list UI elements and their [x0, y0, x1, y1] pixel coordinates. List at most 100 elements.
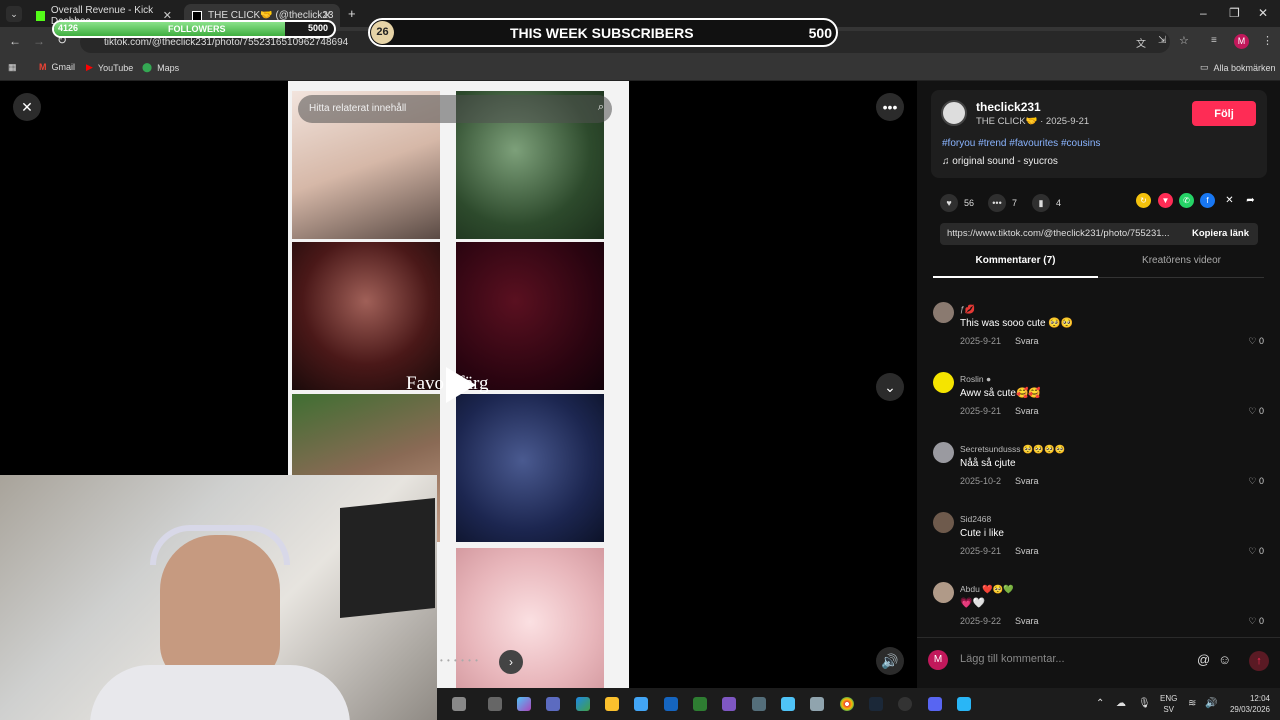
comment-user[interactable]: Abdu ❤️🥺💚 — [960, 584, 1014, 595]
emoji-icon[interactable]: ☺ — [1218, 652, 1231, 667]
minimize-icon[interactable]: – — [1200, 6, 1207, 20]
creator-avatar[interactable] — [941, 100, 967, 126]
bookmark-maps[interactable]: ⬤ Maps — [142, 62, 179, 73]
comment-like[interactable]: ♡ 0 — [1248, 616, 1264, 627]
github-icon[interactable] — [898, 697, 912, 711]
bookmark-star-icon[interactable]: ☆ — [1179, 34, 1189, 47]
bookmark-label: Alla bokmärken — [1213, 62, 1276, 73]
comment-text: Nåå så cjute — [960, 458, 1016, 469]
like-stat[interactable]: ♥ 56 — [940, 194, 974, 212]
follow-button[interactable]: Följ — [1192, 101, 1256, 126]
speaker-tray-icon[interactable]: 🔊 — [1205, 698, 1217, 709]
explorer-icon[interactable] — [605, 697, 619, 711]
comment-like[interactable]: ♡ 0 — [1248, 406, 1264, 417]
comment-user[interactable]: Sid2468 — [960, 514, 991, 524]
app-f-icon[interactable] — [957, 697, 971, 711]
install-icon[interactable]: ⇲ — [1158, 35, 1166, 46]
mic-tray-icon[interactable]: 🎙 — [1138, 698, 1151, 709]
chrome-icon[interactable] — [840, 697, 854, 711]
link-box: https://www.tiktok.com/@theclick231/phot… — [940, 223, 1258, 245]
reply-button[interactable]: Svara — [1015, 476, 1039, 486]
related-search-box[interactable]: Hitta relaterat innehåll ⌕ — [298, 95, 612, 123]
more-options-button[interactable]: ••• — [876, 93, 904, 121]
comment-user[interactable]: ƒ💋 — [960, 304, 975, 315]
next-post-button[interactable]: ⌄ — [876, 373, 904, 401]
avatar[interactable] — [933, 372, 954, 393]
tab-comments[interactable]: Kommentarer (7) — [933, 255, 1098, 278]
discord-icon[interactable] — [928, 697, 942, 711]
copilot-icon[interactable] — [517, 697, 531, 711]
photos-icon[interactable] — [781, 697, 795, 711]
avatar[interactable] — [933, 302, 954, 323]
creator-username[interactable]: theclick231 — [976, 100, 1041, 114]
avatar[interactable] — [933, 512, 954, 533]
url-text[interactable]: tiktok.com/@theclick231/photo/7552316510… — [104, 37, 348, 48]
steam-icon[interactable] — [869, 697, 883, 711]
share-arrow-icon[interactable]: ➦ — [1243, 193, 1258, 208]
post-link[interactable]: https://www.tiktok.com/@theclick231/phot… — [947, 228, 1169, 239]
tab-search-button[interactable]: ⌄ — [6, 6, 22, 22]
cloud-icon[interactable]: ☁ — [1116, 698, 1126, 709]
task-view-icon[interactable] — [488, 697, 502, 711]
app-icon[interactable] — [722, 697, 736, 711]
facebook-icon[interactable]: f — [1200, 193, 1215, 208]
reply-button[interactable]: Svara — [1015, 546, 1039, 556]
shield-icon[interactable] — [693, 697, 707, 711]
mention-icon[interactable]: @ — [1197, 652, 1210, 667]
reply-button[interactable]: Svara — [1015, 406, 1039, 416]
avatar[interactable] — [933, 442, 954, 463]
x-icon[interactable]: ✕ — [1222, 193, 1237, 208]
bookmark-gmail[interactable]: M Gmail — [39, 62, 75, 72]
new-tab-button[interactable]: + — [348, 6, 356, 21]
bookmark-youtube[interactable]: ▶ YouTube — [86, 62, 133, 73]
navy-satin-image — [456, 394, 604, 542]
snipping-icon[interactable] — [810, 697, 824, 711]
store-icon[interactable] — [634, 697, 648, 711]
send-comment-button[interactable]: ↑ — [1249, 651, 1269, 671]
wifi-icon[interactable]: ≋ — [1188, 698, 1196, 709]
close-viewer-button[interactable]: ✕ — [13, 93, 41, 121]
vscode-icon[interactable] — [752, 697, 766, 711]
copy-link-button[interactable]: Kopiera länk — [1192, 228, 1249, 239]
clock[interactable]: 12:04 29/03/2026 — [1226, 693, 1270, 715]
profile-avatar[interactable]: M — [1234, 34, 1249, 49]
comment-like[interactable]: ♡ 0 — [1248, 476, 1264, 487]
play-icon[interactable] — [446, 367, 476, 403]
tray-chevron-icon[interactable]: ⌃ — [1096, 698, 1104, 709]
teams-icon[interactable] — [546, 697, 560, 711]
language-indicator[interactable]: ENG SV — [1160, 693, 1177, 715]
save-stat[interactable]: ▮ 4 — [1032, 194, 1061, 212]
tab-creator-videos[interactable]: Kreatörens videor — [1099, 255, 1264, 278]
comment-user[interactable]: Secretsundusss 🥺🥺🥺🥺 — [960, 444, 1065, 455]
followers-goal: 5000 — [307, 23, 328, 33]
comment-stat[interactable]: ••• 7 — [988, 194, 1017, 212]
comment-user[interactable]: Roslin ● — [960, 374, 991, 384]
send-icon[interactable]: ▼ — [1158, 193, 1173, 208]
forward-icon[interactable]: → — [33, 34, 45, 48]
next-slide-button[interactable]: › — [499, 650, 523, 674]
translate-icon[interactable]: 文 — [1136, 35, 1146, 50]
reading-list-icon[interactable]: ≡ — [1211, 35, 1217, 46]
sound-row[interactable]: ♫ original sound - syucros — [942, 156, 1058, 167]
window-close-icon[interactable]: ✕ — [1258, 6, 1268, 20]
whatsapp-icon[interactable]: ✆ — [1179, 193, 1194, 208]
outlook-icon[interactable] — [664, 697, 678, 711]
user-avatar[interactable]: M — [928, 650, 948, 670]
reply-button[interactable]: Svara — [1015, 616, 1039, 626]
hashtags[interactable]: #foryou #trend #favourites #cousins — [942, 138, 1100, 149]
edge-icon[interactable] — [576, 697, 590, 711]
comment-like[interactable]: ♡ 0 — [1248, 546, 1264, 557]
start-icon[interactable] — [452, 697, 466, 711]
apps-icon[interactable]: ▦ — [8, 62, 17, 73]
volume-button[interactable]: 🔊 — [876, 647, 904, 675]
all-bookmarks[interactable]: ▭ Alla bokmärken — [1200, 62, 1276, 73]
back-icon[interactable]: ← — [9, 34, 21, 48]
slide-pagination[interactable]: • • • • • • — [440, 656, 479, 665]
menu-icon[interactable]: ⋮ — [1262, 34, 1273, 47]
restore-icon[interactable]: ❐ — [1229, 6, 1240, 20]
search-icon[interactable]: ⌕ — [598, 101, 604, 114]
avatar[interactable] — [933, 582, 954, 603]
comment-like[interactable]: ♡ 0 — [1248, 336, 1264, 347]
reply-button[interactable]: Svara — [1015, 336, 1039, 346]
repost-icon[interactable]: ↻ — [1136, 193, 1151, 208]
